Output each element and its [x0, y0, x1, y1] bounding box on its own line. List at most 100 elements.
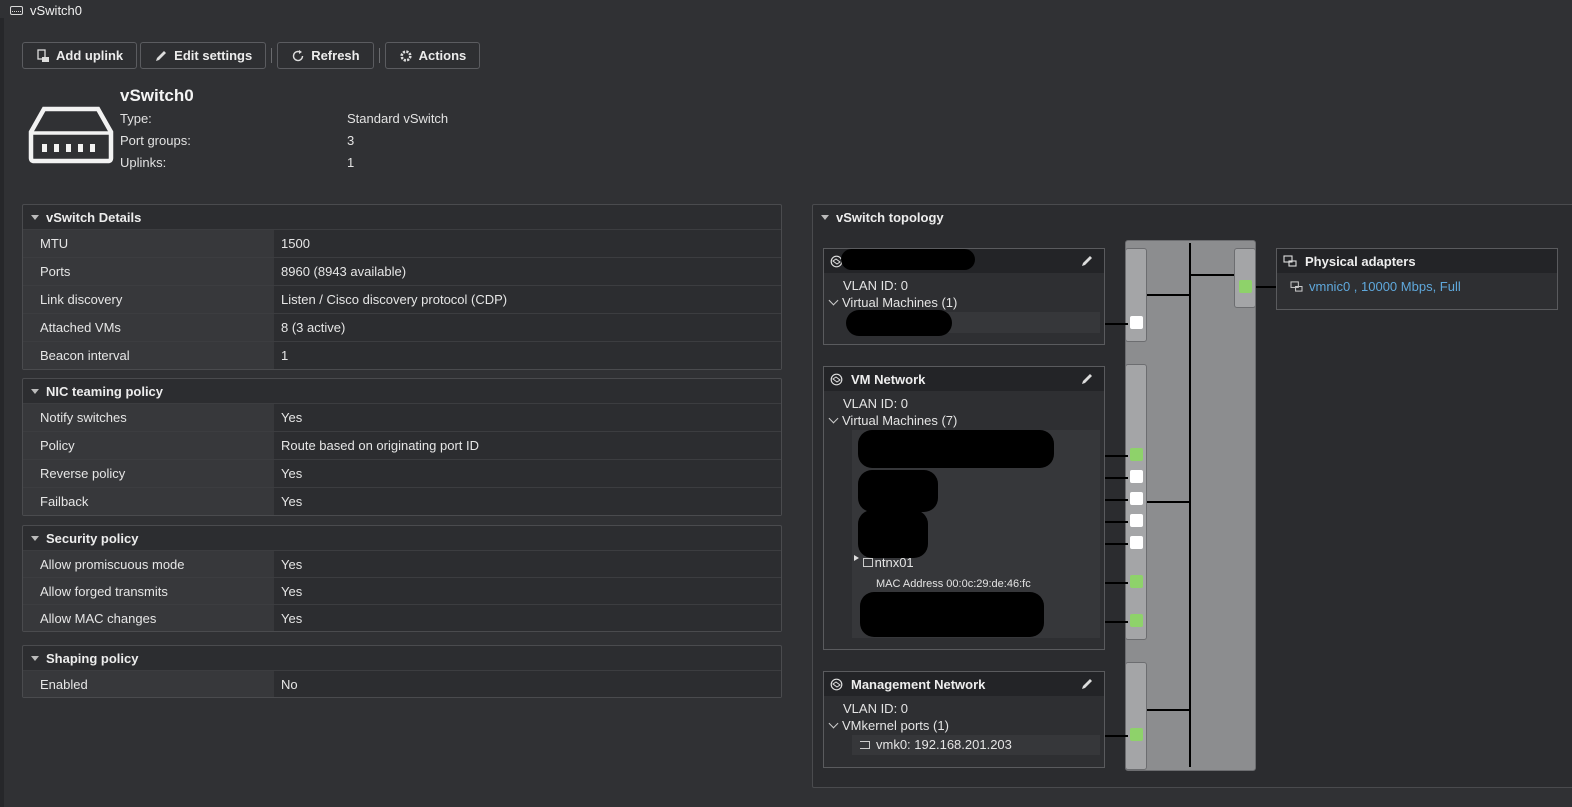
actions-button[interactable]: Actions: [384, 42, 481, 69]
detail-key: MTU: [23, 230, 274, 257]
redacted-vm: [858, 470, 938, 512]
port-active[interactable]: [1130, 728, 1143, 741]
switch-trunk-line: [1189, 243, 1191, 767]
physical-nic-icon: [1290, 281, 1303, 292]
pg2-vms-toggle[interactable]: Virtual Machines (7): [828, 413, 958, 428]
pencil-icon: [154, 49, 168, 63]
nic-value: Yes: [274, 488, 781, 515]
vm-icon: [862, 558, 873, 567]
security-policy-header[interactable]: Security policy: [23, 526, 781, 550]
add-uplink-button[interactable]: Add uplink: [22, 42, 138, 69]
uplink-port-active[interactable]: [1239, 280, 1252, 293]
detail-key: Link discovery: [23, 286, 274, 313]
uplink-rail: [1234, 248, 1256, 308]
security-key: Allow promiscuous mode: [23, 551, 274, 577]
nic-key: Policy: [23, 432, 274, 459]
port-link: [1105, 323, 1128, 325]
redacted-vm: [858, 510, 928, 558]
pg1-vlan: VLAN ID: 0: [843, 278, 909, 293]
type-label: Type:: [120, 111, 152, 126]
pg3-ports-toggle[interactable]: VMkernel ports (1): [828, 718, 949, 733]
shaping-policy-header[interactable]: Shaping policy: [23, 646, 781, 670]
detail-row: MTU 1500: [23, 229, 781, 257]
detail-value: Listen / Cisco discovery protocol (CDP): [274, 286, 781, 313]
edit-pencil-icon[interactable]: [1080, 677, 1094, 691]
pg3-vlan: VLAN ID: 0: [843, 701, 909, 716]
portgroups-value: 3: [347, 133, 355, 148]
portgroups-label: Port groups:: [120, 133, 191, 148]
security-row: Allow promiscuous mode Yes: [23, 550, 781, 577]
nic-row: Policy Route based on originating port ID: [23, 431, 781, 459]
detail-row: Ports 8960 (8943 available): [23, 257, 781, 285]
nic-value: Yes: [274, 460, 781, 487]
detail-value: 1: [274, 342, 781, 369]
detail-row: Attached VMs 8 (3 active): [23, 313, 781, 341]
actions-label: Actions: [418, 48, 467, 63]
pg1-vms-label: Virtual Machines (1): [842, 295, 958, 310]
port-inactive[interactable]: [1130, 316, 1143, 329]
port-link: [1105, 621, 1128, 623]
collapse-caret-icon: [821, 214, 829, 220]
vmk-address: vmk0: 192.168.201.203: [876, 737, 1012, 752]
redacted-name: [841, 249, 975, 270]
shaping-key: Enabled: [23, 671, 274, 697]
nic-row: Reverse policy Yes: [23, 459, 781, 487]
nic-value: Route based on originating port ID: [274, 432, 781, 459]
portgroup-header: Management Network: [824, 672, 1104, 696]
window-titlebar: vSwitch0: [0, 0, 1572, 20]
port-inactive[interactable]: [1130, 492, 1143, 505]
uplink-branch: [1191, 274, 1234, 276]
vmkernel-icon: [860, 741, 870, 749]
vswitch-details-title: vSwitch Details: [46, 209, 142, 225]
uplinks-value: 1: [347, 155, 355, 170]
type-row: Type: Standard vSwitch: [120, 111, 448, 126]
physical-nic-icon: [1283, 255, 1297, 267]
toolbar-separator: [378, 48, 380, 63]
port-active[interactable]: [1130, 614, 1143, 627]
portgroup-name: Management Network: [851, 676, 986, 692]
collapse-caret-icon: [31, 655, 39, 661]
physical-adapters-title: Physical adapters: [1305, 253, 1416, 269]
security-row: Allow MAC changes Yes: [23, 604, 781, 631]
shaping-value: No: [274, 671, 781, 697]
security-row: Allow forged transmits Yes: [23, 577, 781, 604]
detail-key: Attached VMs: [23, 314, 274, 341]
port-active[interactable]: [1130, 575, 1143, 588]
physical-adapters-card[interactable]: Physical adapters vmnic0 , 10000 Mbps, F…: [1276, 248, 1558, 310]
port-link: [1105, 455, 1128, 457]
security-policy-panel: Security policy Allow promiscuous mode Ye…: [22, 525, 782, 632]
trunk-branch: [1147, 501, 1190, 503]
detail-row: Beacon interval 1: [23, 341, 781, 369]
vm-mac-address: MAC Address 00:0c:29:de:46:fc: [876, 578, 1031, 590]
edit-pencil-icon[interactable]: [1080, 254, 1094, 268]
uplinks-row: Uplinks: 1: [120, 155, 354, 170]
nic-teaming-header[interactable]: NIC teaming policy: [23, 379, 781, 403]
vmkernel-port-vmk0[interactable]: vmk0: 192.168.201.203: [860, 737, 1012, 752]
edit-pencil-icon[interactable]: [1080, 372, 1094, 386]
chevron-down-icon: [828, 718, 839, 729]
redacted-vm: [846, 310, 952, 336]
vswitch-details-header[interactable]: vSwitch Details: [23, 205, 781, 229]
collapse-caret-icon: [31, 535, 39, 541]
pg2-vms-label: Virtual Machines (7): [842, 413, 958, 428]
vmnic0-link[interactable]: vmnic0 , 10000 Mbps, Full: [1290, 279, 1461, 294]
portgroup-card-management[interactable]: Management Network VLAN ID: 0 VMkernel p…: [823, 671, 1105, 768]
nic-key: Reverse policy: [23, 460, 274, 487]
portgroup-icon: [830, 373, 843, 385]
toolbar-separator: [271, 48, 273, 63]
port-inactive[interactable]: [1130, 536, 1143, 549]
edit-settings-button[interactable]: Edit settings: [140, 42, 267, 69]
vswitch-icon: [10, 5, 23, 15]
shaping-row: Enabled No: [23, 670, 781, 697]
vswitch-topology-header[interactable]: vSwitch topology: [813, 205, 1572, 229]
nic-row: Notify switches Yes: [23, 403, 781, 431]
trunk-branch: [1147, 294, 1190, 296]
refresh-button[interactable]: Refresh: [277, 42, 374, 69]
port-active[interactable]: [1130, 448, 1143, 461]
pg1-vms-toggle[interactable]: Virtual Machines (1): [828, 295, 958, 310]
edit-settings-label: Edit settings: [174, 48, 253, 63]
detail-value: 8960 (8943 available): [274, 258, 781, 285]
pg2-vlan: VLAN ID: 0: [843, 396, 909, 411]
port-inactive[interactable]: [1130, 470, 1143, 483]
port-inactive[interactable]: [1130, 514, 1143, 527]
